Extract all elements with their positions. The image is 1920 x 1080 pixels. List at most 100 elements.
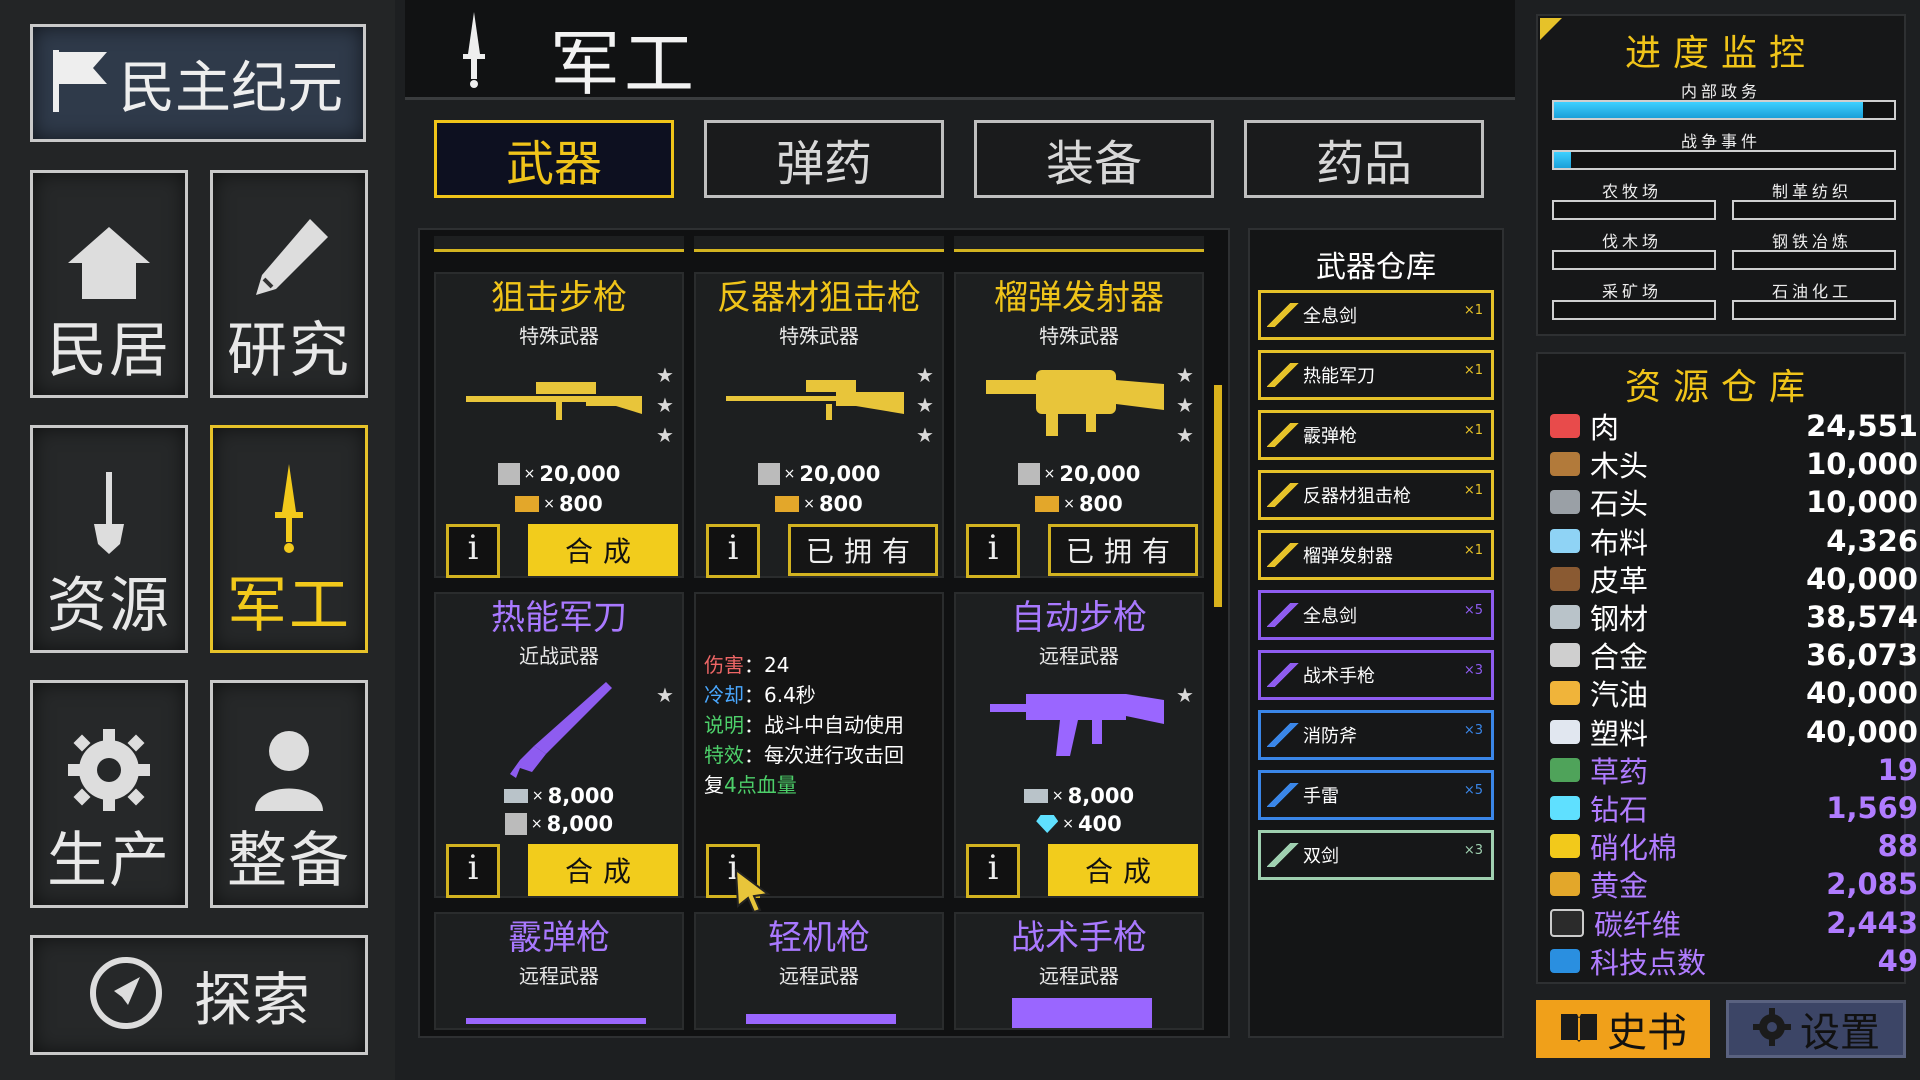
resource-row: 碳纤维 2,443 [1550,905,1918,942]
nav-home-button[interactable]: 民居 [30,170,188,398]
warehouse-item[interactable]: 榴弹发射器 ×1 [1258,530,1494,580]
warehouse-item-qty: ×1 [1463,423,1483,438]
nav-explore-button[interactable]: 探索 [30,935,368,1055]
card-title: 榴弹发射器 [994,278,1164,318]
info-button[interactable]: i [966,844,1020,898]
grenade-launcher-icon [986,360,1166,444]
weapon-card-anti-materiel[interactable]: 反器材狙击枪 特殊武器 ★ ★ ★ × 20,000 × 800 i 已拥有 [694,272,944,578]
weapon-card-auto-rifle[interactable]: 自动步枪 远程武器 ★ × 8,000 × 400 i 合成 [954,592,1204,898]
rarity-stars: ★ [656,683,674,707]
resource-value: 88 [1877,829,1918,864]
rarity-stars: ★ ★ ★ [656,363,674,447]
card-title: 自动步枪 [1011,598,1147,638]
resource-value: 4,326 [1826,523,1918,558]
warehouse-item[interactable]: 战术手枪 ×3 [1258,650,1494,700]
craft-button[interactable]: 合成 [528,524,678,576]
resource-value: 2,085 [1826,867,1918,902]
warehouse-item[interactable]: 消防斧 ×3 [1258,710,1494,760]
owned-button[interactable]: 已拥有 [788,524,938,576]
warehouse-item-qty: ×1 [1463,543,1483,558]
era-banner[interactable]: 民主纪元 [30,24,366,142]
tab-equipment[interactable]: 装备 [974,120,1214,198]
resource-row: 钻石 1,569 [1550,790,1918,827]
diamond-icon [1036,815,1059,833]
nav-research-label: 研究 [227,316,351,386]
weapon-icon [1267,663,1301,687]
weapon-card-thermal-saber[interactable]: 热能军刀 近战武器 ★ × 8,000 × 8,000 i 合成 [434,592,684,898]
settings-button[interactable]: 设置 [1726,1000,1906,1058]
card-subtitle: 远程武器 [1039,964,1119,988]
herb-icon [1550,757,1580,782]
gold-bars-icon [775,496,800,512]
history-button[interactable]: 史书 [1536,1000,1710,1058]
cost-gold: × 800 [696,492,942,516]
info-button[interactable]: i [966,524,1020,578]
weapon-card-lmg[interactable]: 轻机枪 远程武器 [694,912,944,1030]
warehouse-item[interactable]: 全息剑 ×1 [1258,290,1494,340]
owned-button[interactable]: 已拥有 [1048,524,1198,576]
info-button[interactable]: i [706,524,760,578]
resource-value: 40,000 [1806,714,1918,749]
nav-production-button[interactable]: 生产 [30,680,188,908]
resource-row: 肉 24,551 [1550,408,1918,445]
weapon-card-grenade-launcher[interactable]: 榴弹发射器 特殊武器 ★ ★ ★ × 20,000 × 800 i 已拥有 [954,272,1204,578]
craft-button[interactable]: 合成 [528,844,678,896]
nav-equip-button[interactable]: 整备 [210,680,368,908]
plastic-icon [1550,719,1580,744]
resource-name: 合金 [1590,640,1649,675]
weapon-card-shotgun[interactable]: 霰弹枪 远程武器 [434,912,684,1030]
resource-value: 38,574 [1806,600,1918,634]
weapon-icon [1267,723,1301,747]
warehouse-item[interactable]: 热能军刀 ×1 [1258,350,1494,400]
nav-explore-label: 探索 [193,966,310,1034]
resource-value: 10,000 [1806,485,1918,520]
person-icon [249,727,329,817]
craft-button[interactable]: 合成 [1048,844,1198,896]
sniper-rifle-icon [466,374,646,428]
warehouse-item[interactable]: 反器材狙击枪 ×1 [1258,470,1494,520]
cloth-icon [1550,528,1580,553]
tab-weapons[interactable]: 武器 [434,120,674,198]
warehouse-item[interactable]: 霰弹枪 ×1 [1258,410,1494,460]
warehouse-item[interactable]: 双剑 ×3 [1258,830,1494,880]
card-title: 轻机枪 [768,918,870,958]
cost-diamond: × 400 [956,812,1202,836]
alloy-icon [1017,463,1040,485]
tab-medicine[interactable]: 药品 [1244,120,1484,198]
card-title: 霰弹枪 [508,918,610,958]
weapon-card-tooltip[interactable]: 伤害：24 冷却：6.4秒 说明：战斗中自动使用 特效：每次进行攻击回 复4点血… [694,592,944,914]
alloy-icon [757,463,780,485]
steel-icon [503,789,528,803]
weapon-icon [1267,423,1301,447]
diamond-icon [1550,796,1580,820]
grid-scrollbar[interactable] [1214,385,1222,607]
dagger-icon [269,462,309,562]
resource-name: 石头 [1590,487,1649,522]
weapon-warehouse: 武器仓库 全息剑 ×1 热能军刀 ×1 霰弹枪 ×1 反器材狙击枪 ×1 榴弹发射器 ×1 全息剑 ×… [1248,228,1504,1038]
nav-resources-button[interactable]: 资源 [30,425,188,653]
card-partial-top-1 [434,236,684,252]
resource-value: 24,551 [1806,409,1918,443]
gasoline-icon [1550,681,1580,706]
steel-icon [1023,789,1048,803]
progress-title: 进度监控 [1624,33,1817,74]
resource-row: 石头 10,000 [1550,484,1918,522]
info-button[interactable]: i [446,844,500,898]
resource-row: 黄金 2,085 [1550,866,1918,903]
resource-row: 合金 36,073 [1550,637,1918,675]
nav-military-button[interactable]: 军工 [210,425,368,653]
nav-research-button[interactable]: 研究 [210,170,368,398]
page-title: 军工 [550,23,698,105]
warehouse-item-name: 榴弹发射器 [1303,546,1393,567]
warehouse-item-name: 手雷 [1303,786,1339,807]
warehouse-item[interactable]: 全息剑 ×5 [1258,590,1494,640]
tab-ammo[interactable]: 弹药 [704,120,944,198]
slot-label: 石油化工 [1771,282,1852,301]
weapon-card-tactical-pistol[interactable]: 战术手枪 远程武器 [954,912,1204,1030]
info-button[interactable]: i [446,524,500,578]
weapon-icon [1267,843,1301,867]
weapon-card-sniper[interactable]: 狙击步枪 特殊武器 ★ ★ ★ × 20,000 × 800 i 合成 [434,272,684,578]
alloy-icon [1550,643,1580,668]
warehouse-item[interactable]: 手雷 ×5 [1258,770,1494,820]
weapon-icon [1267,543,1301,567]
